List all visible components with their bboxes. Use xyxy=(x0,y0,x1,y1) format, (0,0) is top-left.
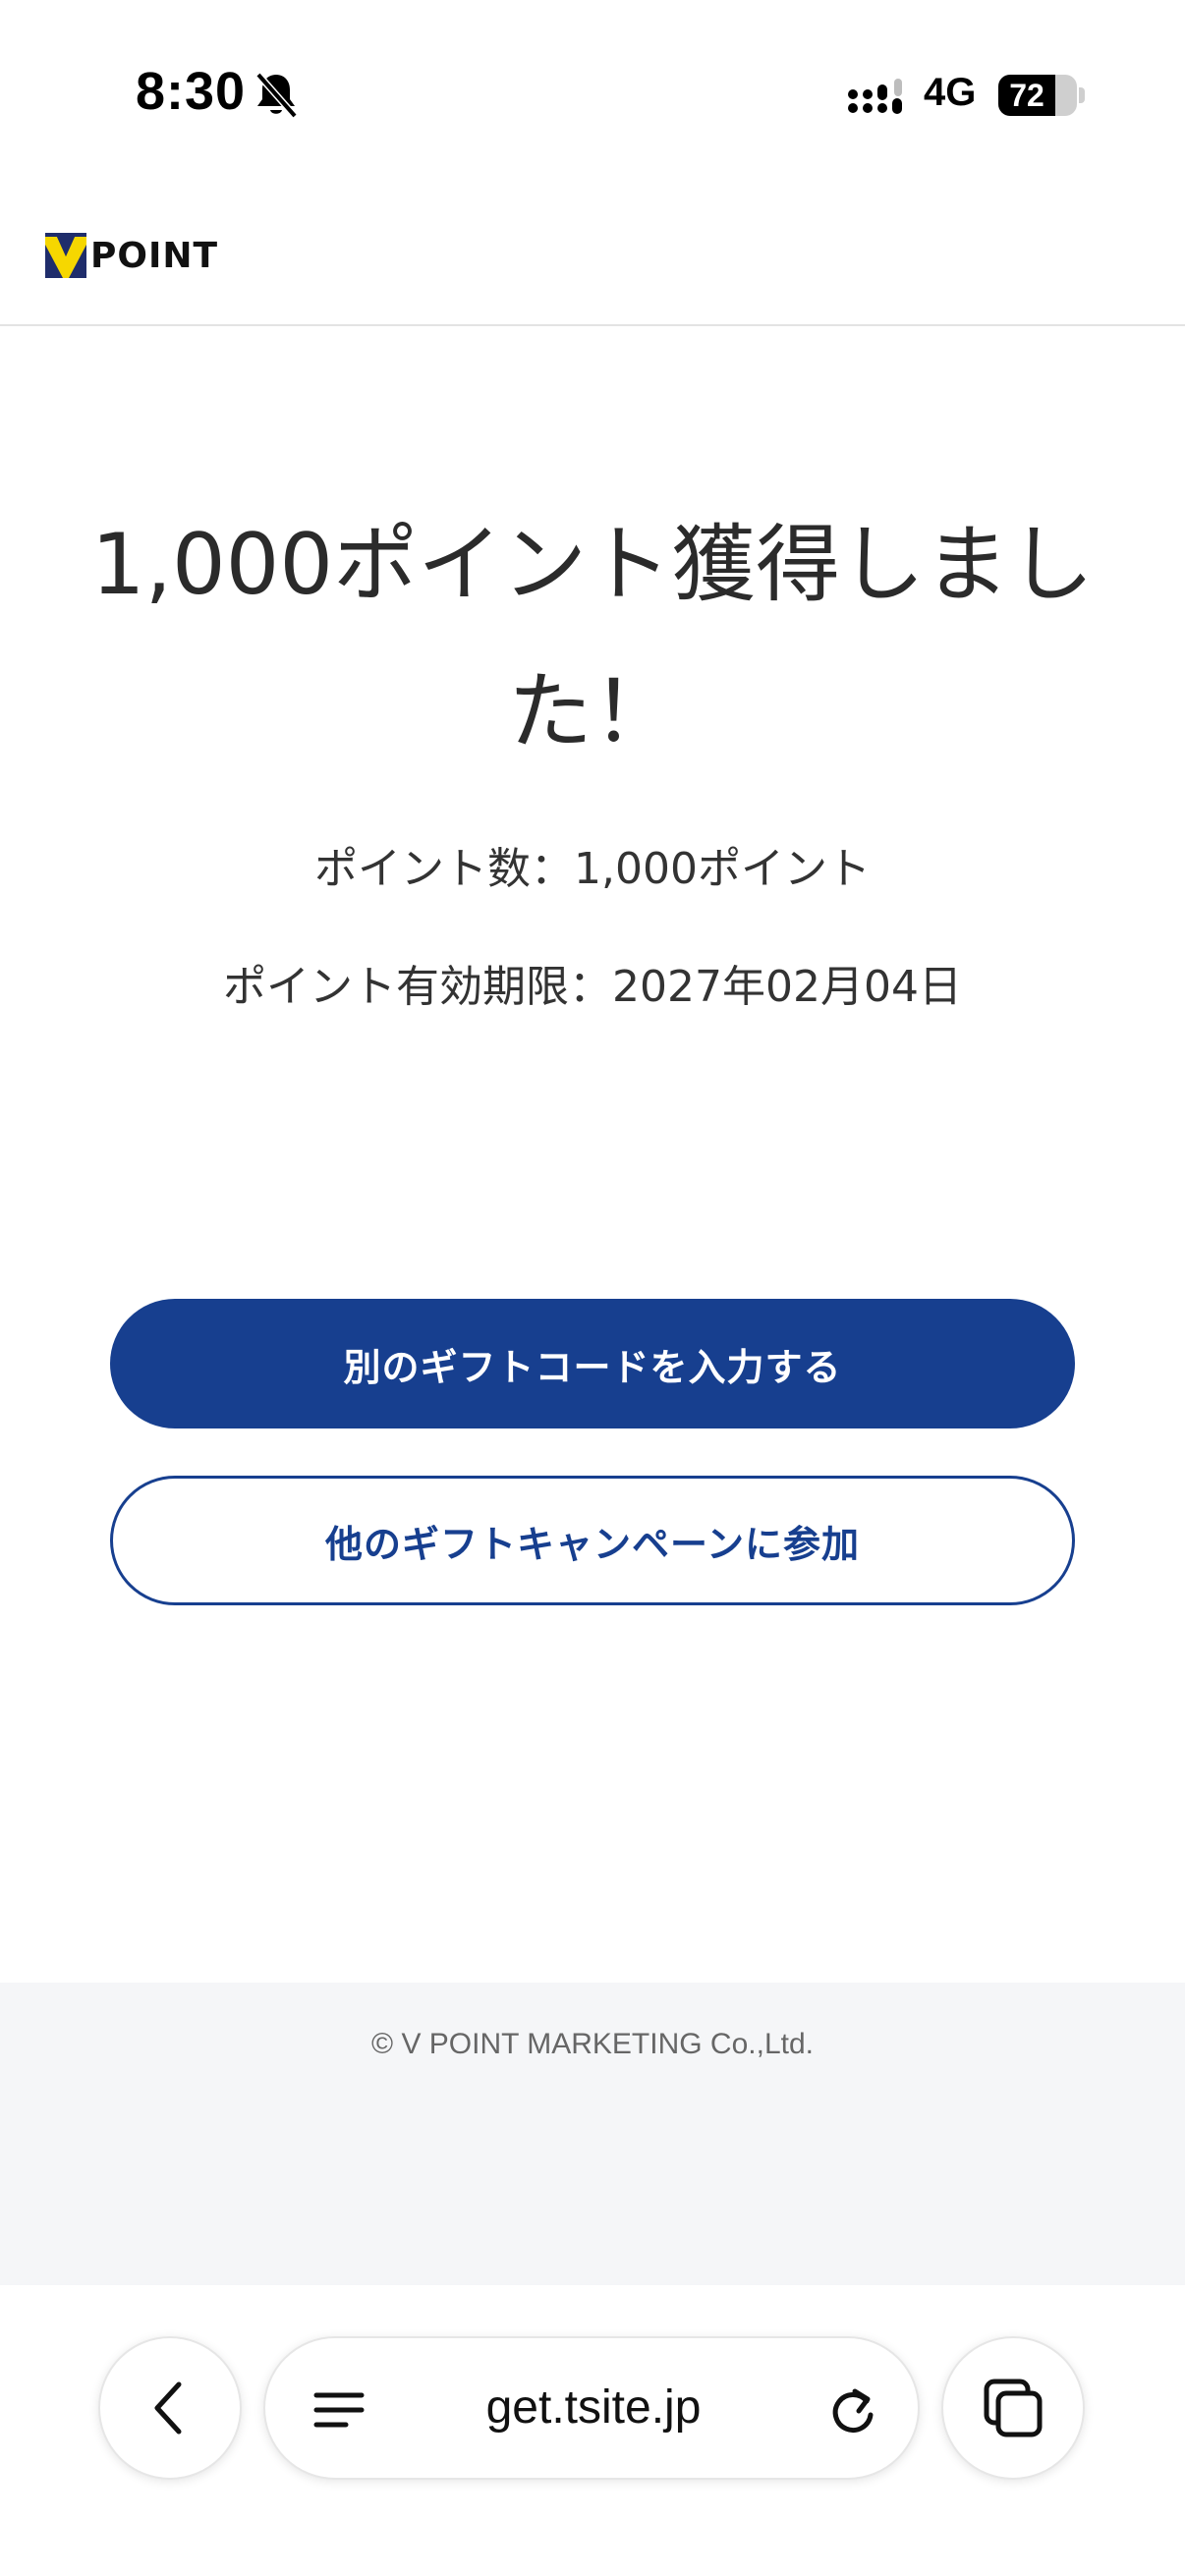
v-point-logo[interactable]: POINT xyxy=(45,232,218,279)
address-bar[interactable]: get.tsite.jp xyxy=(263,2336,920,2480)
site-header: POINT xyxy=(0,177,1185,326)
battery-cap xyxy=(1079,87,1085,103)
page-title: 1,000ポイント獲得しました！ xyxy=(90,516,1095,761)
site-footer: © V POINT MARKETING Co.,Ltd. xyxy=(0,1983,1185,2285)
tabs-button[interactable] xyxy=(941,2336,1085,2480)
tabs-icon xyxy=(984,2379,1043,2437)
page: 8:30 4G 72 POINT 1,000ポイント獲得しました！ ポイント数：… xyxy=(0,0,1185,2576)
points-amount: ポイント数：1,000ポイント xyxy=(314,844,871,894)
status-bar: 8:30 4G 72 xyxy=(0,0,1185,177)
signal-icon xyxy=(848,79,902,114)
reload-icon[interactable] xyxy=(827,2383,878,2436)
join-other-campaign-button[interactable]: 他のギフトキャンペーンに参加 xyxy=(110,1476,1075,1605)
battery-level: 72 xyxy=(1009,78,1044,113)
url-text[interactable]: get.tsite.jp xyxy=(373,2338,814,2478)
status-time: 8:30 xyxy=(136,62,247,121)
network-type: 4G xyxy=(924,71,977,114)
bell-off-icon xyxy=(255,72,298,119)
back-chevron-icon xyxy=(154,2381,182,2435)
v-logo-icon xyxy=(45,233,86,278)
logo-text: POINT xyxy=(90,235,219,276)
points-expiry: ポイント有効期限：2027年02月04日 xyxy=(223,962,962,1012)
enter-another-gift-code-button[interactable]: 別のギフトコードを入力する xyxy=(110,1299,1075,1428)
battery-icon: 72 xyxy=(998,75,1077,116)
browser-toolbar: get.tsite.jp xyxy=(0,2285,1185,2576)
menu-icon[interactable] xyxy=(312,2385,366,2435)
back-button[interactable] xyxy=(98,2336,242,2480)
copyright: © V POINT MARKETING Co.,Ltd. xyxy=(371,2028,814,2060)
